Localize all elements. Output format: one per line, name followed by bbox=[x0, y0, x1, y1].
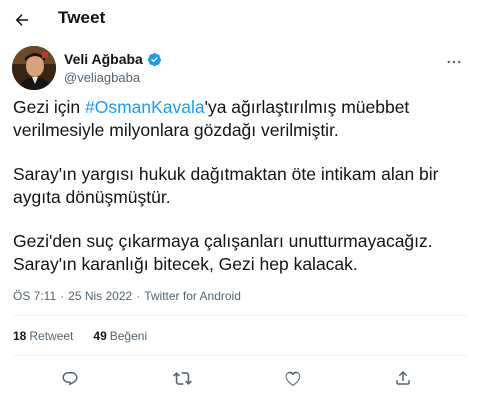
tweet-date[interactable]: 25 Nis 2022 bbox=[68, 289, 132, 303]
tweet-metadata: ÖS 7:11 · 25 Nis 2022 · Twitter for Andr… bbox=[13, 289, 241, 303]
likes-stat[interactable]: 49 Beğeni bbox=[93, 329, 147, 343]
share-icon bbox=[396, 370, 410, 385]
top-bar: Tweet bbox=[0, 0, 480, 38]
likes-label: Beğeni bbox=[109, 329, 148, 343]
more-options-button[interactable] bbox=[442, 50, 466, 74]
tweet-stats: 18 Retweet 49 Beğeni bbox=[13, 329, 147, 343]
reply-icon bbox=[62, 372, 78, 386]
retweets-count: 18 bbox=[13, 329, 27, 343]
page-title: Tweet bbox=[58, 8, 106, 27]
tweet-paragraph-1: Gezi için #OsmanKavala'ya ağırlaştırılmı… bbox=[13, 96, 469, 142]
share-button[interactable] bbox=[390, 365, 416, 391]
back-button[interactable] bbox=[8, 6, 36, 34]
tweet-source[interactable]: Twitter for Android bbox=[144, 289, 241, 303]
like-button[interactable] bbox=[280, 365, 306, 391]
meta-separator: · bbox=[60, 289, 65, 303]
arrow-left-icon bbox=[15, 14, 28, 26]
tweet-actions bbox=[0, 365, 480, 391]
more-horizontal-icon bbox=[447, 60, 461, 64]
avatar-image bbox=[12, 46, 56, 90]
retweets-label: Retweet bbox=[29, 329, 74, 343]
reply-button[interactable] bbox=[57, 365, 83, 391]
author-handle[interactable]: @veliagbaba bbox=[64, 70, 140, 85]
author-name[interactable]: Veli Ağbaba bbox=[64, 51, 143, 67]
tweet-paragraph-3: Gezi'den suç çıkarmaya çalışanları unutt… bbox=[13, 231, 433, 274]
verified-badge-icon bbox=[147, 52, 161, 66]
retweet-icon bbox=[172, 371, 192, 385]
divider bbox=[13, 355, 468, 356]
hashtag-link[interactable]: #OsmanKavala bbox=[85, 97, 205, 117]
likes-count: 49 bbox=[93, 329, 107, 343]
heart-icon bbox=[285, 371, 301, 387]
tweet-text: Gezi için #OsmanKavala'ya ağırlaştırılmı… bbox=[13, 96, 469, 297]
meta-separator: · bbox=[136, 289, 141, 303]
avatar[interactable] bbox=[12, 46, 56, 90]
author-name-row: Veli Ağbaba bbox=[64, 51, 162, 67]
retweet-button[interactable] bbox=[169, 365, 195, 391]
retweets-stat[interactable]: 18 Retweet bbox=[13, 329, 73, 343]
divider bbox=[13, 315, 468, 316]
tweet-time[interactable]: ÖS 7:11 bbox=[13, 289, 56, 303]
tweet-paragraph-2: Saray'ın yargısı hukuk dağıtmaktan öte i… bbox=[13, 164, 439, 207]
tweet-text-segment: Gezi için bbox=[13, 97, 85, 117]
tweet-author: Veli Ağbaba @veliagbaba bbox=[12, 46, 468, 92]
